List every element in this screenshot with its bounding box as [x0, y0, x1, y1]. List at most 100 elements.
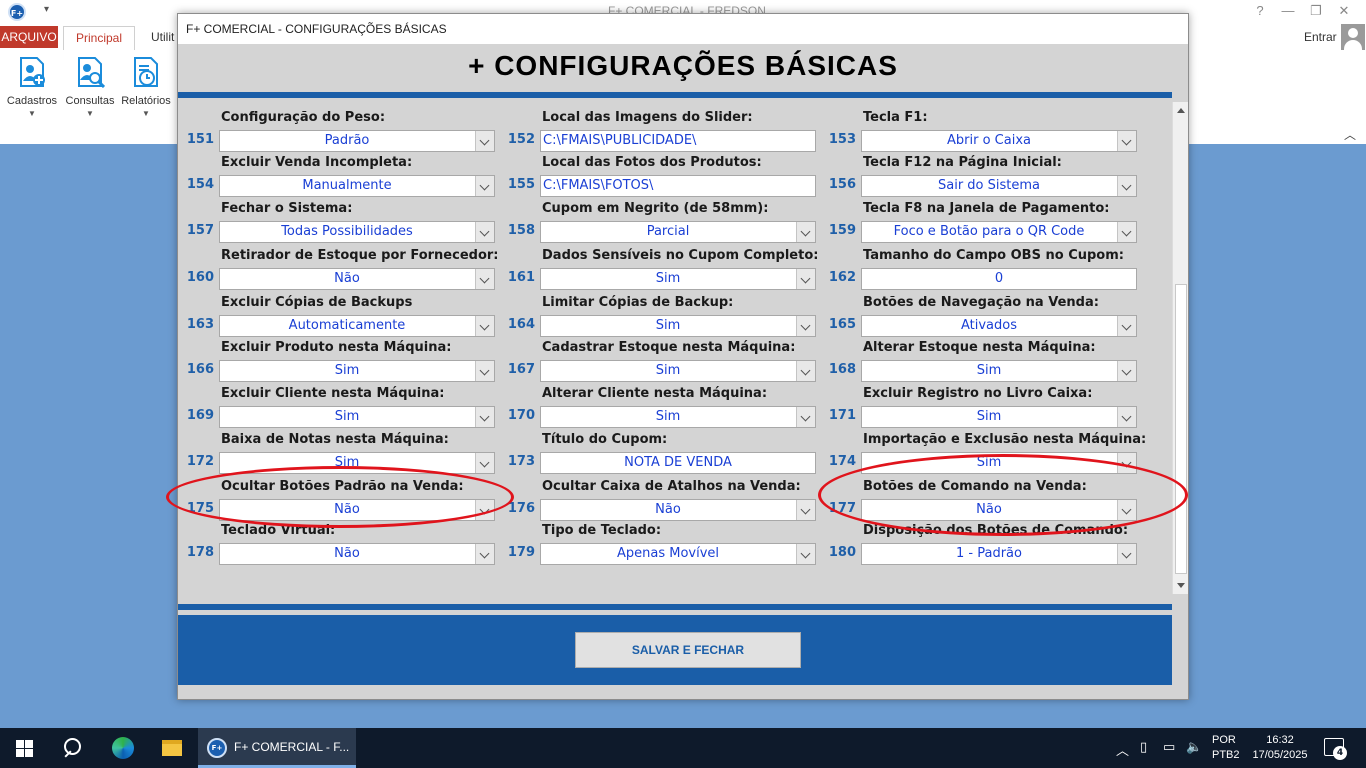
select-167[interactable]: Sim: [540, 360, 816, 382]
field-label-159: Tecla F8 na Janela de Pagamento:: [863, 201, 1110, 216]
clock-date: 17/05/2025: [1252, 749, 1308, 761]
chevron-down-icon[interactable]: [1117, 316, 1136, 336]
chevron-down-icon[interactable]: [1117, 176, 1136, 196]
clock[interactable]: 16:32 17/05/2025: [1246, 733, 1314, 763]
chevron-down-icon[interactable]: [796, 500, 815, 520]
chevron-down-icon: ▼: [28, 109, 36, 118]
tab-utilitarios[interactable]: Utilit: [151, 30, 174, 44]
chevron-down-icon[interactable]: [475, 500, 494, 520]
dialog-footer: SALVAR E FECHAR: [178, 615, 1172, 685]
tray-overflow-chevron-icon[interactable]: ︿: [1116, 740, 1129, 759]
chevron-down-icon[interactable]: [475, 544, 494, 564]
tab-arquivo[interactable]: ARQUIVO: [0, 26, 58, 48]
restore-icon[interactable]: ❐: [1302, 3, 1330, 19]
select-168[interactable]: Sim: [861, 360, 1137, 382]
select-175[interactable]: Não: [219, 499, 495, 521]
select-166[interactable]: Sim: [219, 360, 495, 382]
minimize-icon[interactable]: —: [1274, 3, 1302, 18]
select-156[interactable]: Sair do Sistema: [861, 175, 1137, 197]
windows-start-icon[interactable]: [0, 728, 48, 768]
ribbon-relatorios-button[interactable]: Relatórios ▼: [118, 56, 174, 118]
chevron-down-icon[interactable]: [475, 316, 494, 336]
select-value-159: Foco e Botão para o QR Code: [893, 224, 1085, 239]
field-number-155: 155: [507, 177, 535, 192]
chevron-down-icon[interactable]: [1117, 361, 1136, 381]
edge-icon: [112, 737, 134, 759]
select-161[interactable]: Sim: [540, 268, 816, 290]
select-163[interactable]: Automaticamente: [219, 315, 495, 337]
avatar[interactable]: [1341, 24, 1365, 50]
select-179[interactable]: Apenas Movível: [540, 543, 816, 565]
language-indicator[interactable]: POR PTB2: [1212, 733, 1240, 763]
chevron-down-icon[interactable]: [1117, 131, 1136, 151]
network-icon[interactable]: ▭: [1163, 740, 1175, 755]
ribbon-collapse-icon[interactable]: ︿: [1344, 126, 1356, 143]
chevron-down-icon[interactable]: [475, 407, 494, 427]
file-explorer-button[interactable]: [150, 728, 194, 768]
scroll-thumb[interactable]: [1175, 284, 1187, 574]
ribbon-cadastros-button[interactable]: Cadastros ▼: [4, 56, 60, 118]
chevron-down-icon[interactable]: [475, 176, 494, 196]
chevron-down-icon[interactable]: [475, 361, 494, 381]
chevron-down-icon[interactable]: [796, 544, 815, 564]
select-177[interactable]: Não: [861, 499, 1137, 521]
field-number-151: 151: [186, 132, 214, 147]
chevron-down-icon[interactable]: [475, 131, 494, 151]
chevron-down-icon[interactable]: [1117, 222, 1136, 242]
chevron-down-icon[interactable]: [796, 316, 815, 336]
chevron-down-icon[interactable]: [475, 222, 494, 242]
chevron-down-icon[interactable]: [796, 361, 815, 381]
save-and-close-button[interactable]: SALVAR E FECHAR: [575, 632, 801, 668]
device-icon[interactable]: ▯: [1140, 740, 1147, 755]
chevron-down-icon[interactable]: [475, 269, 494, 289]
chevron-down-icon[interactable]: [1117, 453, 1136, 473]
ribbon-consultas-button[interactable]: Consultas ▼: [62, 56, 118, 118]
help-icon[interactable]: ?: [1246, 3, 1274, 18]
select-value-176: Não: [655, 502, 681, 517]
select-170[interactable]: Sim: [540, 406, 816, 428]
select-160[interactable]: Não: [219, 268, 495, 290]
app-logo-icon: F+: [207, 738, 227, 758]
select-157[interactable]: Todas Possibilidades: [219, 221, 495, 243]
field-number-179: 179: [507, 545, 535, 560]
select-154[interactable]: Manualmente: [219, 175, 495, 197]
select-171[interactable]: Sim: [861, 406, 1137, 428]
search-icon[interactable]: [48, 728, 96, 768]
volume-icon[interactable]: 🔈: [1186, 740, 1202, 755]
select-169[interactable]: Sim: [219, 406, 495, 428]
select-164[interactable]: Sim: [540, 315, 816, 337]
select-153[interactable]: Abrir o Caixa: [861, 130, 1137, 152]
taskbar-app-fcomercial[interactable]: F+ F+ COMERCIAL - F...: [198, 728, 356, 768]
scroll-down-arrow-icon[interactable]: [1173, 578, 1189, 594]
sign-in-link[interactable]: Entrar: [1304, 30, 1337, 44]
select-176[interactable]: Não: [540, 499, 816, 521]
chevron-down-icon[interactable]: [475, 453, 494, 473]
chevron-down-icon[interactable]: [1117, 407, 1136, 427]
select-174[interactable]: Sim: [861, 452, 1137, 474]
select-151[interactable]: Padrão: [219, 130, 495, 152]
text-field-162[interactable]: 0: [861, 268, 1137, 290]
close-icon[interactable]: ✕: [1330, 3, 1358, 19]
chevron-down-icon[interactable]: [796, 269, 815, 289]
chevron-down-icon[interactable]: [1117, 544, 1136, 564]
edge-browser-button[interactable]: [100, 728, 144, 768]
text-field-152[interactable]: C:\FMAIS\PUBLICIDADE\: [540, 130, 816, 152]
select-172[interactable]: Sim: [219, 452, 495, 474]
chevron-down-icon[interactable]: [796, 407, 815, 427]
settings-grid: Configuração do Peso: 151 Padrão Local das …: [178, 98, 1172, 604]
text-field-173[interactable]: NOTA DE VENDA: [540, 452, 816, 474]
vertical-scrollbar[interactable]: [1172, 102, 1188, 594]
text-field-155[interactable]: C:\FMAIS\FOTOS\: [540, 175, 816, 197]
field-number-180: 180: [828, 545, 856, 560]
select-180[interactable]: 1 - Padrão: [861, 543, 1137, 565]
select-165[interactable]: Ativados: [861, 315, 1137, 337]
select-159[interactable]: Foco e Botão para o QR Code: [861, 221, 1137, 243]
tab-principal[interactable]: Principal: [63, 26, 135, 50]
field-number-177: 177: [828, 501, 856, 516]
quick-access-caret-icon[interactable]: ▾: [44, 4, 49, 15]
chevron-down-icon[interactable]: [1117, 500, 1136, 520]
chevron-down-icon[interactable]: [796, 222, 815, 242]
select-178[interactable]: Não: [219, 543, 495, 565]
scroll-up-arrow-icon[interactable]: [1173, 102, 1189, 118]
select-158[interactable]: Parcial: [540, 221, 816, 243]
